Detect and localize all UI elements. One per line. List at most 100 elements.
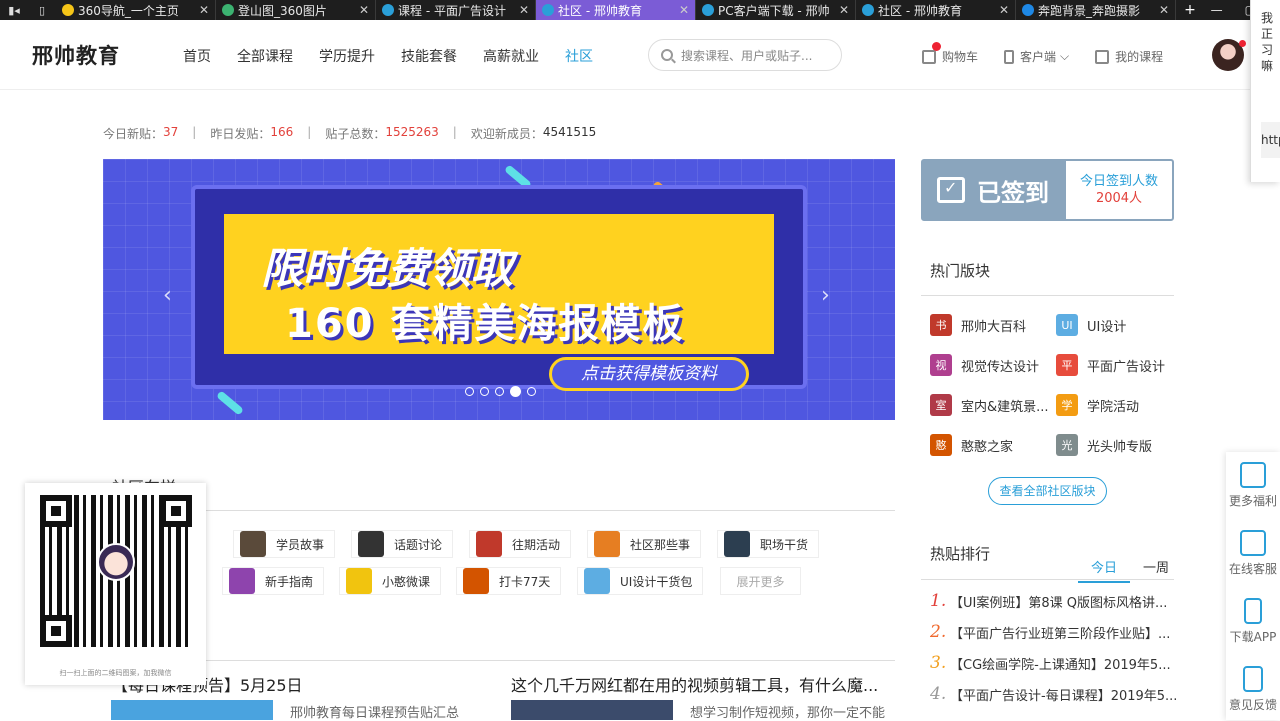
browser-tab[interactable]: 社区 - 邢帅教育 ✕	[856, 0, 1016, 20]
hot-section-item[interactable]: 室室内&建筑景...	[930, 394, 1049, 416]
hot-post-item[interactable]: 4. 【平面广告设计-每日课程】2019年5...	[930, 684, 1177, 704]
hot-section-item[interactable]: UI UI设计	[1056, 314, 1126, 336]
download-app-button[interactable]: 下载APP	[1226, 598, 1280, 645]
carousel-dot[interactable]	[495, 387, 504, 396]
sidebar-toggle-icon[interactable]: ▮◂	[0, 0, 28, 20]
carousel-dot[interactable]	[527, 387, 536, 396]
browser-tab[interactable]: 360导航_一个主页 ✕	[56, 0, 216, 20]
hot-post-item[interactable]: 2. 【平面广告行业班第三阶段作业贴】...	[930, 622, 1170, 642]
tag-label: 社区那些事	[630, 537, 691, 552]
article-thumbnail[interactable]	[511, 700, 673, 720]
browser-tab[interactable]: 社区 - 邢帅教育 ✕	[536, 0, 696, 20]
chevron-right-icon[interactable]: ›	[821, 283, 830, 308]
article-title[interactable]: 这个几千万网红都在用的视频剪辑工具，有什么魔...	[511, 672, 878, 696]
signin-box[interactable]: 已签到 今日签到人数 2004人	[921, 159, 1174, 221]
client-dropdown[interactable]: 客户端 ⌵	[1004, 48, 1069, 65]
nav-jobs[interactable]: 高薪就业	[483, 46, 539, 66]
hot-section-item[interactable]: 视视觉传达设计	[930, 354, 1039, 376]
close-icon[interactable]: ✕	[999, 3, 1009, 17]
carousel-dot-active[interactable]	[510, 386, 521, 397]
online-support-button[interactable]: 在线客服	[1226, 530, 1280, 577]
community-tag[interactable]: 学员故事	[233, 530, 336, 558]
tab-title: PC客户端下载 - 邢帅	[718, 3, 830, 18]
tag-label: 话题讨论	[394, 537, 443, 552]
close-icon[interactable]: ✕	[1159, 3, 1169, 17]
hot-section-item[interactable]: 书邢帅大百科	[930, 314, 1026, 336]
tab-title: 社区 - 邢帅教育	[878, 3, 962, 18]
close-icon[interactable]: ✕	[199, 3, 209, 17]
clipboard-icon	[1243, 666, 1263, 692]
browser-tab[interactable]: PC客户端下载 - 邢帅 ✕	[696, 0, 856, 20]
favicon-icon	[1022, 4, 1034, 16]
tag-icon	[594, 531, 620, 557]
section-icon: 室	[930, 394, 952, 416]
tag-icon	[584, 568, 610, 594]
nav-home[interactable]: 首页	[183, 46, 211, 66]
tab-title: 课程 - 平面广告设计	[398, 3, 506, 18]
forum-stats: 今日新贴： 37 | 昨日发贴： 166 | 贴子总数： 1525263 | 欢…	[103, 125, 597, 141]
close-icon[interactable]: ✕	[679, 3, 689, 17]
qr-finder	[40, 495, 72, 527]
community-tag[interactable]: 打卡77天	[456, 567, 562, 595]
carousel-dot[interactable]	[480, 387, 489, 396]
hot-section-item[interactable]: 憨憨憨之家	[930, 434, 1013, 456]
site-logo[interactable]: 邢帅教育	[32, 40, 120, 70]
tag-label: 打卡77天	[499, 574, 551, 589]
chevron-left-icon[interactable]: ‹	[163, 283, 172, 308]
nav-community[interactable]: 社区	[565, 46, 593, 66]
divider	[103, 660, 895, 661]
section-icon: 书	[930, 314, 952, 336]
minimize-icon[interactable]: —	[1211, 3, 1223, 17]
browser-tab[interactable]: 奔跑背景_奔跑摄影 ✕	[1016, 0, 1176, 20]
hot-sections-title: 热门版块	[930, 262, 991, 280]
stat-today-label: 今日新贴：	[103, 127, 164, 141]
tab-title: 社区 - 邢帅教育	[558, 3, 642, 18]
tag-icon	[724, 531, 750, 557]
browser-tab[interactable]: 登山图_360图片 ✕	[216, 0, 376, 20]
hot-section-item[interactable]: 平平面广告设计	[1056, 354, 1165, 376]
carousel-dots	[465, 386, 536, 397]
nav-all-courses[interactable]: 全部课程	[237, 46, 293, 66]
chevron-down-icon: ⌵	[1060, 49, 1070, 63]
hot-section-item[interactable]: 光光头帅专版	[1056, 434, 1152, 456]
community-tag[interactable]: 新手指南	[222, 567, 325, 595]
tag-label: 小憨微课	[382, 574, 431, 589]
browser-tab-strip: ▮◂ ▯ 360导航_一个主页 ✕ 登山图_360图片 ✕ 课程 - 平面广告设计 ✕ 社区…	[0, 0, 1280, 20]
search-input[interactable]: 搜索课程、用户或贴子...	[648, 39, 842, 71]
nav-skill-packages[interactable]: 技能套餐	[401, 46, 457, 66]
new-tab-button[interactable]: +	[1176, 2, 1204, 18]
page-icon[interactable]: ▯	[28, 0, 56, 20]
hot-post-item[interactable]: 3. 【CG绘画学院-上课通知】2019年5...	[930, 653, 1171, 673]
hot-post-item[interactable]: 1. 【UI案例班】第8课 Q版图标风格讲...	[930, 591, 1167, 611]
more-benefits-button[interactable]: 更多福利	[1226, 462, 1280, 509]
tag-label: 往期活动	[512, 537, 561, 552]
close-icon[interactable]: ✕	[359, 3, 369, 17]
banner-cta-button[interactable]: 点击获得模板资料	[549, 357, 749, 391]
community-tag[interactable]: 话题讨论	[351, 530, 454, 558]
favicon-icon	[62, 4, 74, 16]
article-desc: 想学习制作短视频，那你一定不能	[690, 706, 886, 721]
community-tag[interactable]: 小憨微课	[339, 567, 442, 595]
section-label: 学院活动	[1087, 399, 1140, 415]
nav-degree[interactable]: 学历提升	[319, 46, 375, 66]
browser-tab[interactable]: 课程 - 平面广告设计 ✕	[376, 0, 536, 20]
article-thumbnail[interactable]	[111, 700, 273, 720]
close-icon[interactable]: ✕	[519, 3, 529, 17]
view-all-sections-button[interactable]: 查看全部社区版块	[988, 477, 1107, 505]
edge-popup-link[interactable]: http	[1261, 122, 1280, 158]
phone-icon	[1244, 598, 1262, 624]
section-label: 室内&建筑景...	[961, 399, 1049, 415]
close-icon[interactable]: ✕	[839, 3, 849, 17]
expand-more-button[interactable]: 展开更多	[720, 567, 801, 595]
my-courses-label: 我的课程	[1115, 50, 1164, 64]
community-tag[interactable]: UI设计干货包	[577, 567, 704, 595]
hot-section-item[interactable]: 学学院活动	[1056, 394, 1139, 416]
feedback-button[interactable]: 意见反馈	[1226, 666, 1280, 713]
community-tag[interactable]: 社区那些事	[587, 530, 702, 558]
promo-banner[interactable]: 限时免费领取 160 套精美海报模板 点击获得模板资料 ‹ ›	[103, 159, 895, 420]
cart-link[interactable]: 购物车	[922, 42, 978, 65]
my-courses-link[interactable]: 我的课程	[1095, 48, 1163, 65]
community-tag[interactable]: 往期活动	[469, 530, 572, 558]
community-tag[interactable]: 职场干货	[717, 530, 820, 558]
carousel-dot[interactable]	[465, 387, 474, 396]
